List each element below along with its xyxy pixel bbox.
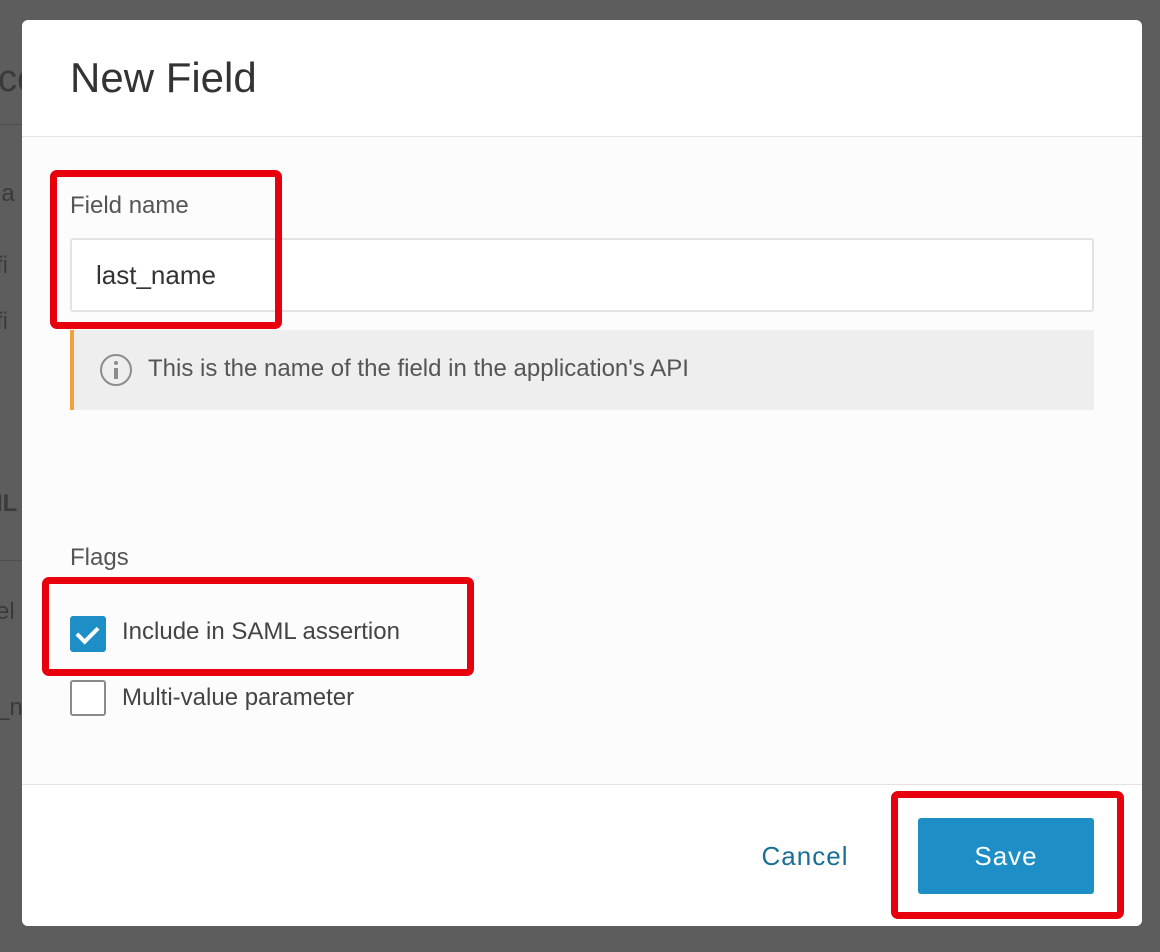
multi-value-checkbox[interactable] [70, 680, 106, 716]
background-text-fragment: fi [0, 308, 8, 335]
field-name-label: Field name [70, 192, 189, 219]
background-text-fragment: IL [0, 490, 18, 517]
help-text: This is the name of the field in the app… [148, 355, 689, 382]
multi-value-label[interactable]: Multi-value parameter [122, 684, 354, 712]
dialog-header: New Field [22, 20, 1142, 137]
background-text-fragment: ia [0, 180, 15, 207]
include-in-saml-label[interactable]: Include in SAML assertion [122, 618, 400, 646]
background-text-fragment: _n [0, 694, 23, 721]
info-icon [100, 354, 132, 386]
field-name-input[interactable] [70, 238, 1094, 312]
save-button[interactable]: Save [918, 818, 1094, 894]
flags-label: Flags [70, 544, 129, 571]
field-name-help: This is the name of the field in the app… [70, 330, 1094, 410]
cancel-button[interactable]: Cancel [738, 836, 872, 876]
new-field-dialog: New Field Field name This is the name of… [22, 20, 1142, 926]
background-text-fragment: el [0, 598, 15, 625]
background-text-fragment: fi [0, 252, 8, 279]
include-in-saml-checkbox[interactable] [70, 616, 106, 652]
dialog-title: New Field [70, 54, 257, 101]
